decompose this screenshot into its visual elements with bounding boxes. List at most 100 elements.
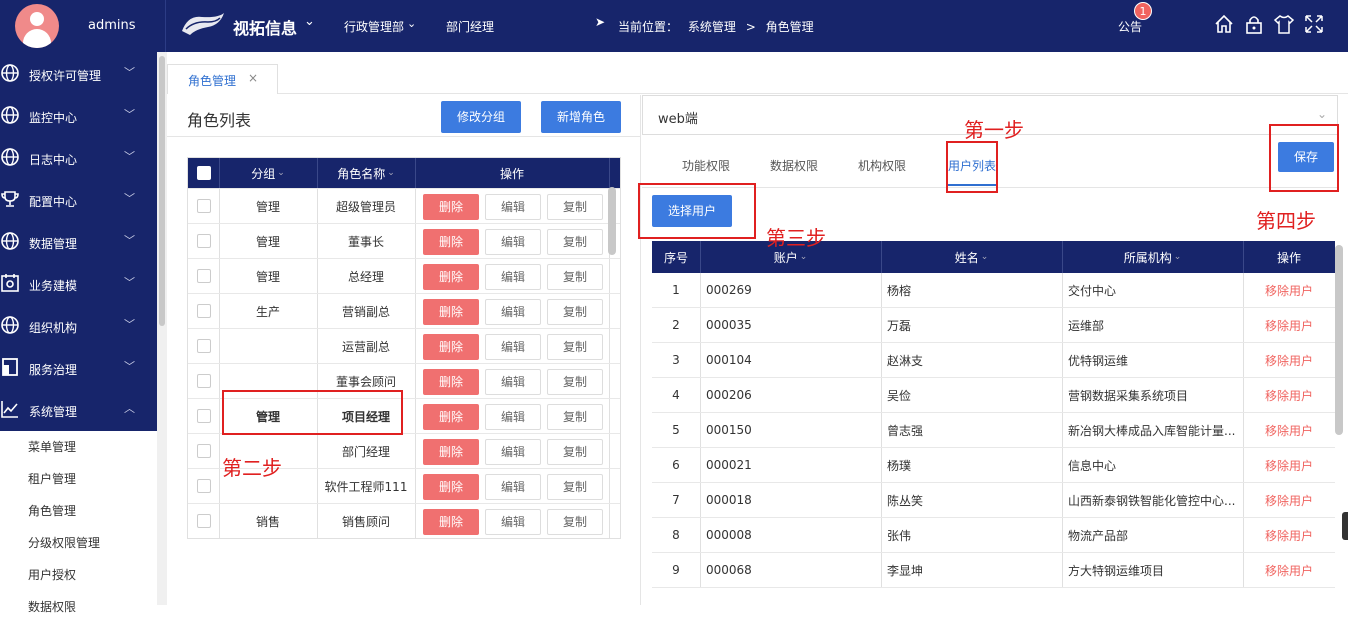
table-row[interactable]: 3 000104 赵淋支 优特钢运维 移除用户 <box>652 343 1335 378</box>
sort-icon[interactable]: ⌄ <box>1174 252 1182 262</box>
edit-button[interactable]: 编辑 <box>485 299 541 325</box>
sidebar-scrollbar[interactable] <box>157 52 167 605</box>
row-checkbox[interactable] <box>196 479 211 493</box>
remove-user-link[interactable]: 移除用户 <box>1243 448 1335 482</box>
sort-icon[interactable]: ⌄ <box>800 252 808 262</box>
table-row[interactable]: 8 000008 张伟 物流产品部 移除用户 <box>652 518 1335 553</box>
chevron-down-icon[interactable]: ﹀ <box>124 64 135 80</box>
sidebar-item[interactable]: 监控中心 ﹀ <box>0 94 157 136</box>
edit-button[interactable]: 编辑 <box>485 334 541 360</box>
chevron-down-icon[interactable]: ﹀ <box>124 148 135 164</box>
copy-button[interactable]: 复制 <box>547 264 603 290</box>
sidebar-item[interactable]: 授权许可管理 ﹀ <box>0 52 157 94</box>
tab-function-permission[interactable]: 功能权限 <box>682 157 730 174</box>
tab-label[interactable]: 角色管理 <box>188 72 236 89</box>
table-row[interactable]: 管理 总经理 删除 编辑 复制 <box>188 258 620 293</box>
table-row[interactable]: 6 000021 杨璞 信息中心 移除用户 <box>652 448 1335 483</box>
sort-icon[interactable]: ⌄ <box>981 252 989 262</box>
lock-icon[interactable] <box>1243 13 1265 35</box>
remove-user-link[interactable]: 移除用户 <box>1243 553 1335 587</box>
copy-button[interactable]: 复制 <box>547 194 603 220</box>
chevron-down-icon[interactable]: ﹀ <box>124 274 135 290</box>
copy-button[interactable]: 复制 <box>547 474 603 500</box>
edit-button[interactable]: 编辑 <box>485 474 541 500</box>
table-row[interactable]: 销售 销售顾问 删除 编辑 复制 <box>188 503 620 538</box>
table-row[interactable]: 9 000068 李显坤 方大特钢运维项目 移除用户 <box>652 553 1335 588</box>
dept-selector[interactable]: 行政管理部 <box>344 18 404 35</box>
header-org[interactable]: 所属机构 ⌄ <box>1062 241 1243 273</box>
header-group[interactable]: 分组 ⌄ <box>219 158 317 188</box>
row-checkbox[interactable] <box>196 199 211 213</box>
tab-role-management[interactable]: 角色管理 × <box>167 64 278 94</box>
sidebar-item[interactable]: 配置中心 ﹀ <box>0 178 157 220</box>
home-icon[interactable] <box>1213 13 1235 35</box>
avatar[interactable] <box>15 4 59 48</box>
tab-data-permission[interactable]: 数据权限 <box>770 157 818 174</box>
add-role-button[interactable]: 新增角色 <box>541 101 621 133</box>
tab-org-permission[interactable]: 机构权限 <box>858 157 906 174</box>
copy-button[interactable]: 复制 <box>547 509 603 535</box>
remove-user-link[interactable]: 移除用户 <box>1243 378 1335 412</box>
delete-button[interactable]: 删除 <box>423 439 479 465</box>
header-role-name[interactable]: 角色名称 ⌄ <box>317 158 415 188</box>
select-all-checkbox[interactable] <box>196 166 211 180</box>
table-row[interactable]: 7 000018 陈丛笑 山西新泰钢铁智能化管控中心... 移除用户 <box>652 483 1335 518</box>
remove-user-link[interactable]: 移除用户 <box>1243 518 1335 552</box>
delete-button[interactable]: 删除 <box>423 229 479 255</box>
edit-button[interactable]: 编辑 <box>485 194 541 220</box>
edit-button[interactable]: 编辑 <box>485 404 541 430</box>
table-row[interactable]: 管理 董事长 删除 编辑 复制 <box>188 223 620 258</box>
chevron-down-icon[interactable]: ⌄ <box>1317 107 1327 121</box>
sidebar-item[interactable]: 服务治理 ﹀ <box>0 346 157 388</box>
sidebar-item[interactable]: 业务建模 ﹀ <box>0 262 157 304</box>
breadcrumb-item[interactable]: 角色管理 <box>766 20 814 34</box>
edit-group-button[interactable]: 修改分组 <box>441 101 521 133</box>
copy-button[interactable]: 复制 <box>547 229 603 255</box>
sort-icon[interactable]: ⌄ <box>277 168 285 178</box>
remove-user-link[interactable]: 移除用户 <box>1243 413 1335 447</box>
submenu-item[interactable]: 数据权限 <box>0 591 157 623</box>
notice-link[interactable]: 公告 <box>1118 18 1142 35</box>
delete-button[interactable]: 删除 <box>423 299 479 325</box>
submenu-item[interactable]: 租户管理 <box>0 463 157 495</box>
table-row[interactable]: 运营副总 删除 编辑 复制 <box>188 328 620 363</box>
username[interactable]: admins <box>88 18 136 33</box>
sidebar-item[interactable]: 组织机构 ﹀ <box>0 304 157 346</box>
breadcrumb-item[interactable]: 系统管理 <box>688 20 736 34</box>
table-row[interactable]: 生产 营销副总 删除 编辑 复制 <box>188 293 620 328</box>
chevron-down-icon[interactable]: ﹀ <box>124 358 135 374</box>
edit-button[interactable]: 编辑 <box>485 439 541 465</box>
chevron-down-icon[interactable]: ⌄ <box>304 14 315 29</box>
chevron-down-icon[interactable]: ﹀ <box>124 232 135 248</box>
table-row[interactable]: 管理 超级管理员 删除 编辑 复制 <box>188 188 620 223</box>
remove-user-link[interactable]: 移除用户 <box>1243 273 1335 307</box>
table-row[interactable]: 2 000035 万磊 运维部 移除用户 <box>652 308 1335 343</box>
header-name[interactable]: 姓名 ⌄ <box>881 241 1062 273</box>
shirt-icon[interactable] <box>1273 13 1295 35</box>
delete-button[interactable]: 删除 <box>423 264 479 290</box>
copy-button[interactable]: 复制 <box>547 439 603 465</box>
table-scrollbar[interactable] <box>608 187 616 255</box>
row-checkbox[interactable] <box>196 234 211 248</box>
remove-user-link[interactable]: 移除用户 <box>1243 343 1335 377</box>
row-checkbox[interactable] <box>196 374 211 388</box>
sort-icon[interactable]: ⌄ <box>387 168 395 178</box>
submenu-item[interactable]: 分级权限管理 <box>0 527 157 559</box>
submenu-item[interactable]: 菜单管理 <box>0 431 157 463</box>
remove-user-link[interactable]: 移除用户 <box>1243 308 1335 342</box>
edit-button[interactable]: 编辑 <box>485 369 541 395</box>
table-row[interactable]: 1 000269 杨榕 交付中心 移除用户 <box>652 273 1335 308</box>
delete-button[interactable]: 删除 <box>423 334 479 360</box>
edit-button[interactable]: 编辑 <box>485 229 541 255</box>
edit-button[interactable]: 编辑 <box>485 264 541 290</box>
role-label[interactable]: 部门经理 <box>446 18 494 35</box>
side-handle[interactable] <box>1342 512 1348 540</box>
row-checkbox[interactable] <box>196 339 211 353</box>
sidebar-item[interactable]: 日志中心 ﹀ <box>0 136 157 178</box>
sidebar-item[interactable]: 数据管理 ﹀ <box>0 220 157 262</box>
copy-button[interactable]: 复制 <box>547 404 603 430</box>
submenu-item[interactable]: 角色管理 <box>0 495 157 527</box>
submenu-item[interactable]: 用户授权 <box>0 559 157 591</box>
chevron-up-icon[interactable]: ︿ <box>124 400 135 416</box>
table-row[interactable]: 5 000150 曾志强 新冶钢大棒成品入库智能计量... 移除用户 <box>652 413 1335 448</box>
